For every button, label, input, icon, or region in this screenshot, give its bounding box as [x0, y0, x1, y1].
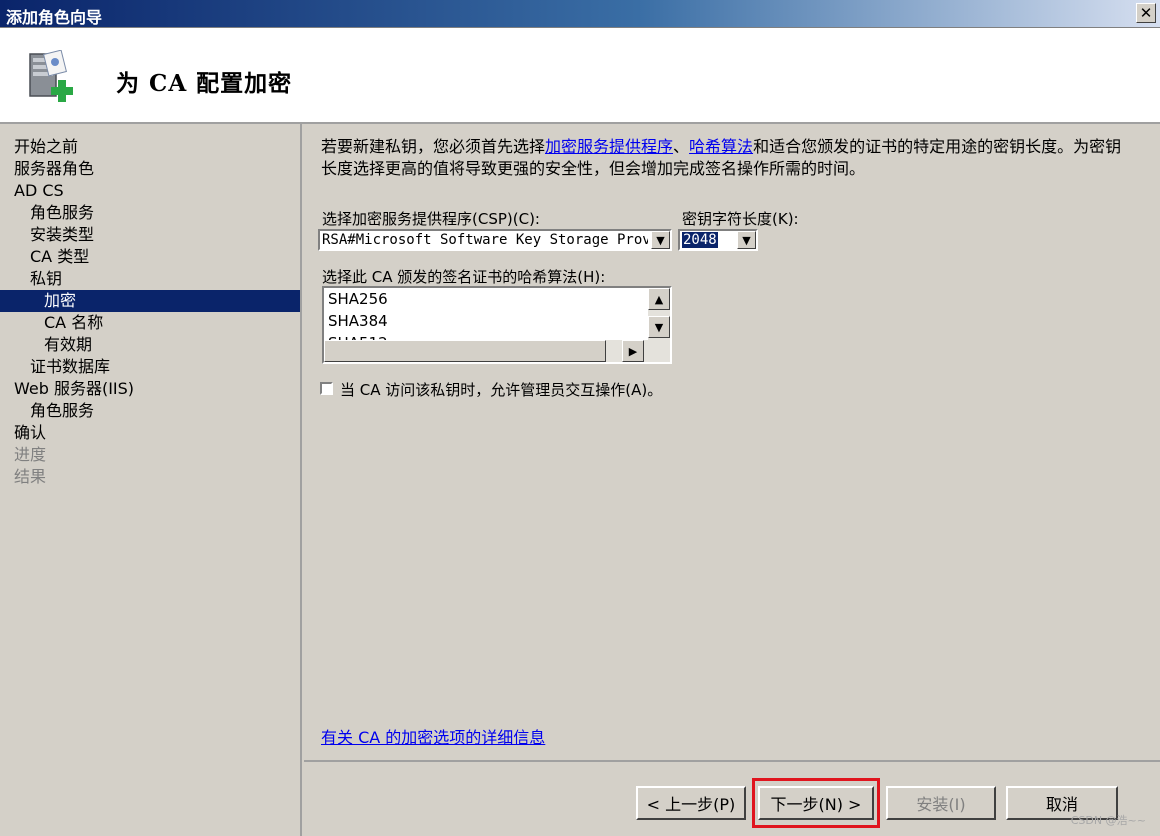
- hash-help-link[interactable]: 哈希算法: [689, 137, 753, 156]
- key-length-selected: 2048: [682, 232, 718, 248]
- close-button[interactable]: ✕: [1136, 3, 1156, 23]
- page-title: 为 CA 配置加密: [116, 70, 293, 97]
- sidebar-item[interactable]: AD CS: [0, 180, 300, 202]
- vertical-scrollbar[interactable]: ▲ ▼: [648, 288, 670, 342]
- intro-part1: 若要新建私钥，您必须首先选择: [321, 137, 546, 156]
- intro-text: 若要新建私钥，您必须首先选择加密服务提供程序、哈希算法和适合您颁发的证书的特定用…: [321, 136, 1131, 180]
- watermark: CSDN @浩~~: [1070, 814, 1146, 827]
- more-info-link[interactable]: 有关 CA 的加密选项的详细信息: [321, 724, 545, 748]
- close-icon: ✕: [1139, 3, 1153, 22]
- sidebar-item[interactable]: 私钥: [0, 268, 300, 290]
- wizard-header: 为 CA 配置加密: [0, 28, 1160, 124]
- csp-help-link[interactable]: 加密服务提供程序: [545, 137, 673, 156]
- key-length-dropdown[interactable]: 2048 ▼: [678, 229, 758, 251]
- key-length-value: 2048: [682, 232, 718, 248]
- title-bar: 添加角色向导 ✕: [0, 0, 1160, 28]
- csp-value: RSA#Microsoft Software Key Storage Provi…: [322, 232, 648, 248]
- sidebar-item[interactable]: 角色服务: [0, 400, 300, 422]
- window-title: 添加角色向导: [6, 8, 103, 27]
- scroll-right-icon[interactable]: ▶: [622, 340, 644, 362]
- hash-listbox[interactable]: SHA256 SHA384 SHA512 ▲ ▼ ▶: [322, 286, 672, 364]
- key-length-label: 密钥字符长度(K):: [682, 210, 799, 228]
- horizontal-scrollbar[interactable]: ▶: [324, 340, 670, 362]
- sidebar-item[interactable]: 确认: [0, 422, 300, 444]
- install-button: 安装(I): [886, 786, 996, 820]
- csp-dropdown[interactable]: RSA#Microsoft Software Key Storage Provi…: [318, 229, 672, 251]
- main-content: 若要新建私钥，您必须首先选择加密服务提供程序、哈希算法和适合您颁发的证书的特定用…: [304, 124, 1160, 760]
- chevron-down-icon[interactable]: ▼: [651, 231, 670, 249]
- allow-interaction-checkbox[interactable]: [320, 382, 333, 395]
- wizard-footer: < 上一步(P) 下一步(N) > 安装(I) 取消 CSDN @浩~~: [304, 760, 1160, 836]
- hash-label: 选择此 CA 颁发的签名证书的哈希算法(H):: [322, 268, 606, 286]
- next-button-highlight: [752, 778, 880, 828]
- scroll-down-icon[interactable]: ▼: [648, 316, 670, 338]
- sidebar-item[interactable]: 加密: [0, 290, 300, 312]
- server-add-icon: [29, 50, 73, 102]
- sidebar-item[interactable]: 安装类型: [0, 224, 300, 246]
- sidebar-item[interactable]: Web 服务器(IIS): [0, 378, 300, 400]
- sidebar-item: 结果: [14, 467, 47, 486]
- wizard-steps-sidebar: 开始之前 服务器角色 AD CS 角色服务 安装类型 CA 类型 私钥 加密 CA 名称 有效期证…: [0, 124, 302, 836]
- scroll-thumb[interactable]: [324, 340, 606, 362]
- prev-button[interactable]: < 上一步(P): [636, 786, 746, 820]
- sidebar-item[interactable]: 有效期: [0, 334, 300, 356]
- chevron-down-icon[interactable]: ▼: [737, 231, 756, 249]
- intro-sep: 、: [673, 137, 690, 156]
- sidebar-item[interactable]: CA 类型: [0, 246, 300, 268]
- sidebar-item[interactable]: 角色服务: [0, 202, 300, 224]
- scroll-up-icon[interactable]: ▲: [648, 288, 670, 310]
- sidebar-item[interactable]: 证书数据库: [0, 356, 300, 378]
- list-item[interactable]: SHA256: [328, 290, 388, 308]
- list-item[interactable]: SHA384: [328, 312, 388, 330]
- sidebar-item[interactable]: CA 名称: [0, 312, 300, 334]
- allow-interaction-label[interactable]: 当 CA 访问该私钥时，允许管理员交互操作(A)。: [340, 379, 662, 400]
- sidebar-item[interactable]: 开始之前: [0, 136, 300, 158]
- csp-label: 选择加密服务提供程序(CSP)(C):: [322, 210, 540, 228]
- sidebar-item: 进度: [14, 445, 47, 464]
- sidebar-item[interactable]: 服务器角色: [0, 158, 300, 180]
